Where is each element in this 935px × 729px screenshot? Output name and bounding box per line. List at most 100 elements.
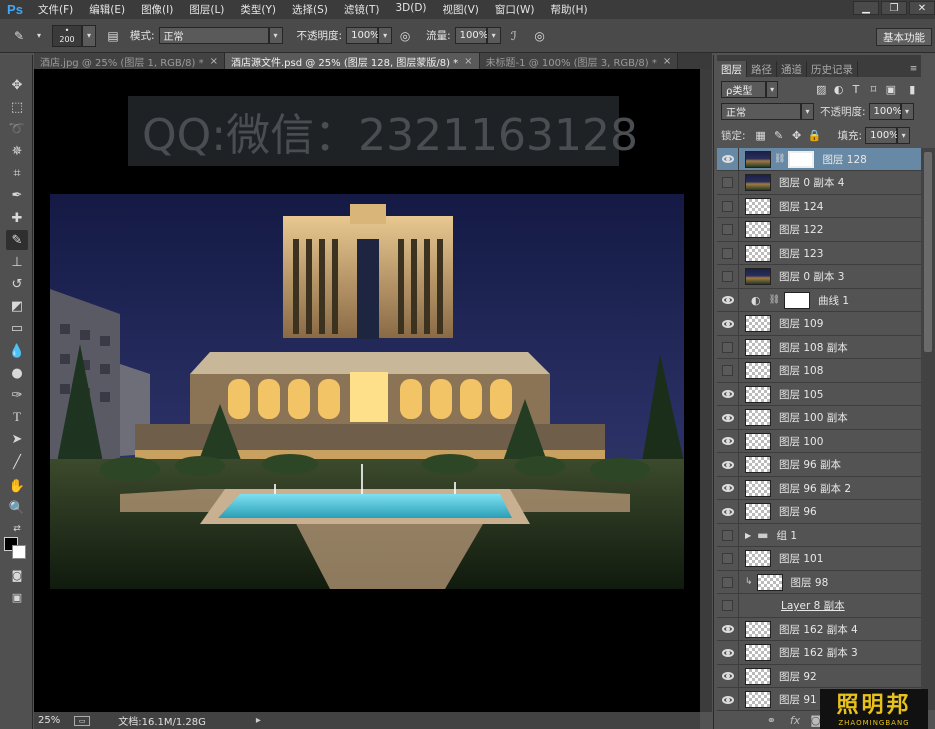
opacity-dropdown-icon[interactable]: ▾: [378, 27, 393, 44]
screen-mode-icon[interactable]: ▣: [6, 587, 28, 607]
lock-position-icon[interactable]: ✥: [788, 127, 806, 144]
layer-row[interactable]: 图层 101: [717, 547, 921, 571]
layer-row[interactable]: Layer 8 副本: [717, 594, 921, 618]
blend-mode-dropdown-icon[interactable]: ▾: [801, 102, 814, 120]
filter-shape-icon[interactable]: ⌑: [865, 81, 882, 98]
visibility-eye-icon[interactable]: [717, 641, 739, 664]
menu-item-9[interactable]: 窗口(W): [487, 2, 543, 17]
filter-kind-select[interactable]: ρ类型: [721, 80, 766, 98]
menu-item-6[interactable]: 滤镜(T): [336, 2, 388, 17]
mask-link-icon[interactable]: ⛓: [774, 154, 785, 164]
panel-tab-2[interactable]: 通道: [777, 61, 807, 77]
visibility-off-box[interactable]: [717, 265, 739, 288]
visibility-off-box[interactable]: [717, 218, 739, 241]
fx-icon[interactable]: fx: [790, 714, 800, 727]
layers-scroll-thumb[interactable]: [924, 152, 932, 352]
visibility-off-box[interactable]: [717, 570, 739, 594]
filter-smart-object-icon[interactable]: ▣: [882, 81, 899, 98]
hand-tool-icon[interactable]: ✋: [6, 476, 28, 496]
layer-row[interactable]: 图层 162 副本 4: [717, 617, 921, 641]
layer-row[interactable]: ◐ ⛓ 曲线 1: [717, 288, 921, 312]
minimize-icon[interactable]: ▁: [853, 1, 879, 15]
filter-type-icon[interactable]: T: [847, 81, 864, 98]
visibility-eye-icon[interactable]: [717, 429, 739, 453]
visibility-eye-icon[interactable]: [717, 476, 739, 500]
visibility-eye-icon[interactable]: [717, 500, 739, 523]
layer-row[interactable]: 图层 96 副本 2: [717, 476, 921, 500]
layer-row[interactable]: 图层 92: [717, 664, 921, 688]
pen-tool-icon[interactable]: ✑: [6, 385, 28, 405]
visibility-off-box[interactable]: [717, 523, 739, 547]
visibility-eye-icon[interactable]: [717, 406, 739, 429]
visibility-off-box[interactable]: [717, 594, 739, 617]
menu-item-10[interactable]: 帮助(H): [543, 2, 596, 17]
document-tab-1[interactable]: 酒店源文件.psd @ 25% (图层 128, 图层蒙版/8) * ×: [224, 53, 480, 69]
layer-row[interactable]: ▶ ▬ 组 1: [717, 523, 921, 547]
magic-wand-tool-icon[interactable]: ✵: [6, 141, 28, 161]
layer-row[interactable]: 图层 105: [717, 382, 921, 406]
panel-tab-3[interactable]: 历史记录: [807, 61, 858, 77]
layer-row[interactable]: 图层 122: [717, 218, 921, 242]
layer-row[interactable]: 图层 96: [717, 500, 921, 524]
dodge-tool-icon[interactable]: ●: [6, 363, 28, 383]
layer-row[interactable]: 图层 108 副本: [717, 335, 921, 359]
status-info-icon[interactable]: ▭: [74, 715, 91, 726]
filter-pixel-icon[interactable]: ▨: [812, 81, 829, 98]
brush-tool-icon[interactable]: ✎: [10, 27, 28, 45]
eyedropper-tool-icon[interactable]: ✒: [6, 185, 28, 205]
visibility-off-box[interactable]: [717, 547, 739, 570]
layer-mask-thumbnail[interactable]: [788, 150, 815, 168]
visibility-eye-icon[interactable]: [717, 664, 739, 688]
layer-row[interactable]: 图层 96 副本: [717, 453, 921, 477]
menu-item-3[interactable]: 图层(L): [181, 2, 232, 17]
menu-item-4[interactable]: 类型(Y): [232, 2, 284, 17]
filter-toggle-icon[interactable]: ▮: [904, 81, 921, 98]
opacity-input[interactable]: 100%: [346, 27, 380, 44]
marquee-tool-icon[interactable]: ⬚: [6, 97, 28, 117]
lasso-tool-icon[interactable]: ➰: [6, 119, 28, 139]
visibility-off-box[interactable]: [717, 335, 739, 359]
pressure-size-icon[interactable]: ◎: [531, 27, 549, 45]
pressure-opacity-icon[interactable]: ◎: [396, 27, 414, 45]
close-tab-icon[interactable]: ×: [210, 56, 218, 67]
layer-row[interactable]: 图层 0 副本 3: [717, 265, 921, 289]
brush-panel-icon[interactable]: ▤: [104, 27, 122, 45]
fill-input[interactable]: 100%: [865, 126, 899, 144]
lock-all-icon[interactable]: 🔒: [806, 127, 824, 144]
panel-menu-icon[interactable]: ≡: [906, 61, 921, 77]
flow-dropdown-icon[interactable]: ▾: [486, 27, 501, 44]
menu-item-5[interactable]: 选择(S): [284, 2, 336, 17]
workspace-button[interactable]: 基本功能: [876, 28, 932, 46]
document-tab-2[interactable]: 未标题-1 @ 100% (图层 3, RGB/8) * ×: [479, 53, 679, 69]
line-tool-icon[interactable]: ╱: [6, 452, 28, 472]
close-tab-icon[interactable]: ×: [464, 56, 472, 67]
history-brush-icon[interactable]: ↺: [6, 274, 28, 294]
visibility-eye-icon[interactable]: [717, 312, 739, 335]
visibility-off-box[interactable]: [717, 194, 739, 218]
layer-row[interactable]: ↳ 图层 98: [717, 570, 921, 594]
close-tab-icon[interactable]: ×: [663, 56, 671, 67]
menu-item-7[interactable]: 3D(D): [387, 2, 434, 17]
document-tab-0[interactable]: 酒店.jpg @ 25% (图层 1, RGB/8) * ×: [34, 53, 225, 69]
blur-tool-icon[interactable]: 💧: [6, 341, 28, 361]
visibility-eye-icon[interactable]: [717, 453, 739, 476]
close-icon[interactable]: ✕: [909, 1, 935, 15]
crop-tool-icon[interactable]: ⌗: [6, 163, 28, 183]
link-icon[interactable]: ⚭: [767, 714, 776, 727]
panel-tab-1[interactable]: 路径: [747, 61, 777, 77]
panel-tab-0[interactable]: 图层: [717, 61, 747, 77]
layer-row[interactable]: 图层 0 副本 4: [717, 171, 921, 195]
visibility-off-box[interactable]: [717, 359, 739, 382]
status-menu-arrow-icon[interactable]: ▸: [256, 715, 261, 726]
layer-row[interactable]: 图层 100: [717, 429, 921, 453]
layer-opacity-dropdown-icon[interactable]: ▾: [900, 102, 914, 120]
layer-row[interactable]: 图层 124: [717, 194, 921, 218]
quick-mask-icon[interactable]: ◙: [6, 565, 28, 585]
brush-tool-icon-active[interactable]: ✎: [6, 230, 28, 250]
stamp-tool-icon[interactable]: ⊥: [6, 252, 28, 272]
zoom-tool-icon[interactable]: 🔍: [6, 498, 28, 518]
tool-preset-dropdown[interactable]: ▾: [32, 27, 46, 44]
layer-row[interactable]: 图层 100 副本: [717, 406, 921, 430]
lock-image-icon[interactable]: ✎: [770, 127, 788, 144]
menu-item-2[interactable]: 图像(I): [133, 2, 181, 17]
